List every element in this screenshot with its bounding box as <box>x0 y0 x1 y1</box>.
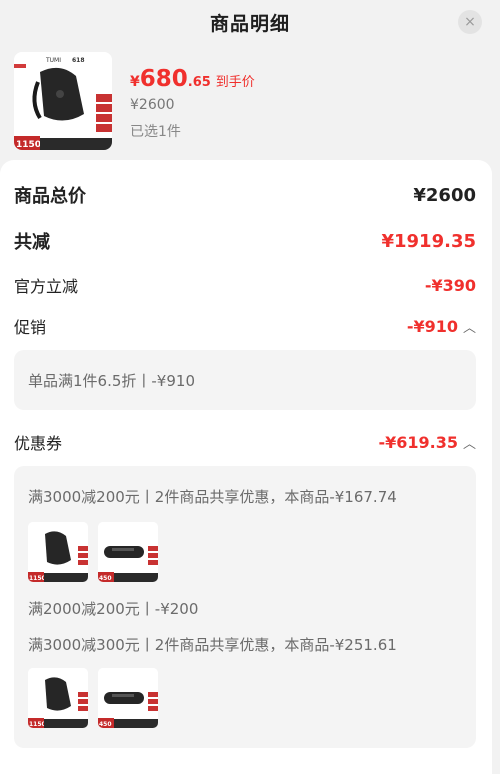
case-thumbnail[interactable]: 450 <box>98 668 158 728</box>
page-title: 商品明细 <box>209 12 290 35</box>
coupon-detail-box: 满3000减200元丨2件商品共享优惠，本商品-¥167.74 1150 450… <box>14 466 476 748</box>
thumb-event: 618 <box>72 57 85 64</box>
thumb-price: 450 <box>99 721 112 728</box>
bag-thumbnail[interactable]: 1150 <box>28 522 88 582</box>
coupon-1-products: 1150 450 <box>28 522 158 582</box>
coupon-detail-2: 满2000减200元丨-¥200 <box>28 600 199 618</box>
thumb-price: 1150 <box>29 721 46 728</box>
thumb-price: 1150 <box>29 575 46 582</box>
total-row: 商品总价 ¥2600 <box>14 182 476 208</box>
thumb-price: 450 <box>99 575 112 582</box>
coupon-detail-1: 满3000减200元丨2件商品共享优惠，本商品-¥167.74 <box>28 488 397 506</box>
coupon-detail-3: 满3000减300元丨2件商品共享优惠，本商品-¥251.61 <box>28 636 397 654</box>
coupon-row[interactable]: 优惠券 -¥619.35 ︿ <box>14 430 476 454</box>
selected-count: 已选1件 <box>130 124 181 140</box>
sling-bag-image: 1150 <box>28 668 88 728</box>
thumb-brand: TUMI <box>45 57 61 64</box>
pencil-case-image: 450 <box>98 668 158 728</box>
promo-label: 促销 <box>14 318 47 337</box>
case-thumbnail[interactable]: 450 <box>98 522 158 582</box>
coupon-value: -¥619.35 <box>378 432 458 452</box>
product-summary: TUMI 618 1150 ¥ 680 .65 到手价 ¥2600 已选1件 <box>14 52 486 152</box>
total-label: 商品总价 <box>14 186 86 207</box>
price-currency: ¥ <box>130 74 140 90</box>
sling-bag-image: TUMI 618 1150 <box>14 52 112 150</box>
thumb-price: 1150 <box>16 140 41 150</box>
price-tag: 到手价 <box>215 75 255 90</box>
bag-thumbnail[interactable]: 1150 <box>28 668 88 728</box>
header: 商品明细 × <box>0 0 500 44</box>
close-icon[interactable]: × <box>458 10 482 34</box>
sling-bag-image: 1150 <box>28 522 88 582</box>
chevron-up-icon[interactable]: ︿ <box>463 433 476 452</box>
price-integer: 680 <box>139 66 188 92</box>
chevron-up-icon[interactable]: ︿ <box>463 317 476 336</box>
official-label: 官方立减 <box>14 277 79 296</box>
final-price: ¥ 680 .65 到手价 <box>130 66 255 92</box>
reduce-value: ¥1919.35 <box>381 230 476 252</box>
promo-value: -¥910 <box>406 316 458 336</box>
promo-detail: 单品满1件6.5折丨-¥910 <box>28 372 195 390</box>
price-breakdown-panel: 商品总价 ¥2600 共减 ¥1919.35 官方立减 -¥390 促销 -¥9… <box>0 160 492 774</box>
official-value: -¥390 <box>424 275 476 295</box>
price-decimal: .65 <box>187 75 211 90</box>
original-price: ¥2600 <box>130 97 175 113</box>
coupon-label: 优惠券 <box>14 434 63 453</box>
reduce-row: 共减 ¥1919.35 <box>14 228 476 254</box>
product-thumbnail[interactable]: TUMI 618 1150 <box>14 52 112 150</box>
pencil-case-image: 450 <box>98 522 158 582</box>
promo-detail-box: 单品满1件6.5折丨-¥910 <box>14 350 476 410</box>
official-row: 官方立减 -¥390 <box>14 273 476 297</box>
reduce-label: 共减 <box>14 232 50 253</box>
total-value: ¥2600 <box>413 184 476 206</box>
coupon-3-products: 1150 450 <box>28 668 158 728</box>
promo-row[interactable]: 促销 -¥910 ︿ <box>14 314 476 338</box>
